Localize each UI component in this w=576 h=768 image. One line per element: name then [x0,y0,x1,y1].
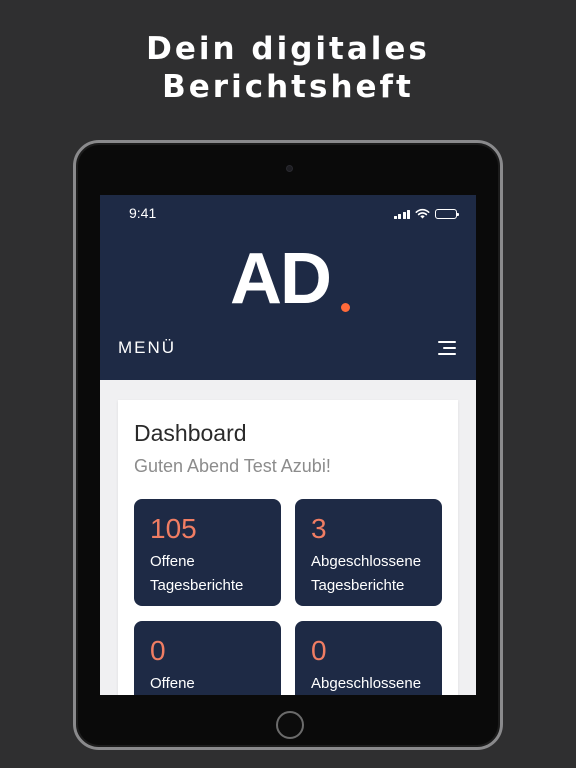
hamburger-icon[interactable] [438,341,456,355]
dashboard-card: Dashboard Guten Abend Test Azubi! 105 Of… [118,400,458,695]
headline-line-1: Dein digitales [146,31,430,67]
tile-open-reports[interactable]: 0 Offene [134,621,281,695]
tile-count: 0 [150,635,166,666]
tile-label-line-1: Offene [150,675,195,692]
app-logo: AD [230,239,332,319]
app-header: 9:41 AD MENÜ [100,195,476,380]
headline-line-2: Berichtsheft [162,69,414,105]
signal-icon [393,209,410,219]
wifi-icon [415,208,430,219]
app-screen: 9:41 AD MENÜ Dashboard Guten Abend Test … [100,195,476,695]
camera-icon [286,165,293,172]
tile-open-daily-reports[interactable]: 105 Offene Tagesberichte [134,499,281,606]
logo-accent-dot [341,303,350,312]
tile-count: 105 [150,513,197,544]
tile-label: Abgeschlossene Tagesberichte [311,550,421,598]
tile-label-line-2: Tagesberichte [150,577,244,594]
tile-label-line-1: Abgeschlossene [311,675,422,692]
dashboard-title: Dashboard [134,420,247,446]
tile-closed-reports[interactable]: 0 Abgeschlossene [295,621,442,695]
tablet-frame: 9:41 AD MENÜ Dashboard Guten Abend Test … [73,140,503,750]
status-icons [393,208,459,219]
tile-label-line-1: Offene [150,553,195,570]
tile-label: Offene [150,672,195,695]
menu-label[interactable]: MENÜ [118,338,176,358]
tile-label: Offene Tagesberichte [150,550,243,598]
battery-icon [435,209,459,219]
status-time: 9:41 [129,205,157,221]
tile-label: Abgeschlossene [311,672,421,695]
tile-count: 0 [311,635,327,666]
tile-label-line-2: Tagesberichte [311,577,405,594]
marketing-headline: Dein digitales Berichtsheft [0,30,576,106]
tile-closed-daily-reports[interactable]: 3 Abgeschlossene Tagesberichte [295,499,442,606]
tile-label-line-1: Abgeschlossene [311,553,422,570]
greeting-text: Guten Abend Test Azubi! [134,456,331,476]
tile-count: 3 [311,513,327,544]
home-button[interactable] [276,711,304,739]
